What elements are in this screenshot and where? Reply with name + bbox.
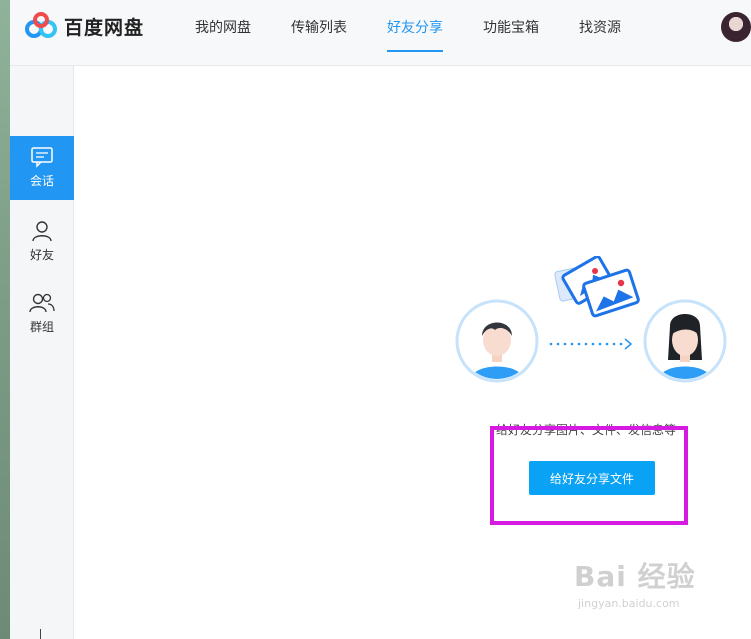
nav-friend-share[interactable]: 好友分享 [387,0,443,66]
sidebar-item-friends[interactable]: 好友 [10,210,74,274]
photos-icon [554,256,640,318]
user-icon [32,221,52,242]
share-file-to-friend-button[interactable]: 给好友分享文件 [529,461,655,495]
background-window-strip [0,0,10,639]
sidebar-item-conversations[interactable]: 会话 [10,136,74,200]
watermark-main: Bai 经验 [574,560,696,593]
sidebar: 会话 好友 群组 [10,66,74,639]
nav-find-resources[interactable]: 找资源 [579,0,621,66]
receiver-avatar-icon [643,299,727,383]
nav-toolbox[interactable]: 功能宝箱 [483,0,539,66]
chat-icon [31,147,53,168]
sidebar-item-label: 好友 [29,248,54,262]
user-avatar[interactable] [721,12,751,42]
top-nav: 我的网盘 传输列表 好友分享 功能宝箱 找资源 [195,0,661,66]
sidebar-divider [40,629,41,639]
baidu-cloud-logo-icon [25,12,57,38]
group-icon [29,293,55,313]
sender-avatar-icon [455,299,539,383]
watermark-url: jingyan.baidu.com [578,597,680,610]
top-bar: 百度网盘 我的网盘 传输列表 好友分享 功能宝箱 找资源 [10,0,751,66]
baidu-jingyan-watermark: Bai 经验 jingyan.baidu.com [574,555,714,625]
app-title: 百度网盘 [64,16,145,39]
nav-transfer-list[interactable]: 传输列表 [291,0,347,66]
share-arrow-icon [549,338,633,350]
sidebar-item-groups[interactable]: 群组 [10,282,74,346]
nav-my-disk[interactable]: 我的网盘 [195,0,251,66]
sidebar-item-label: 会话 [29,174,54,188]
friend-share-illustration [455,256,727,383]
sidebar-item-label: 群组 [29,320,54,334]
app-logo[interactable]: 百度网盘 [24,11,144,41]
